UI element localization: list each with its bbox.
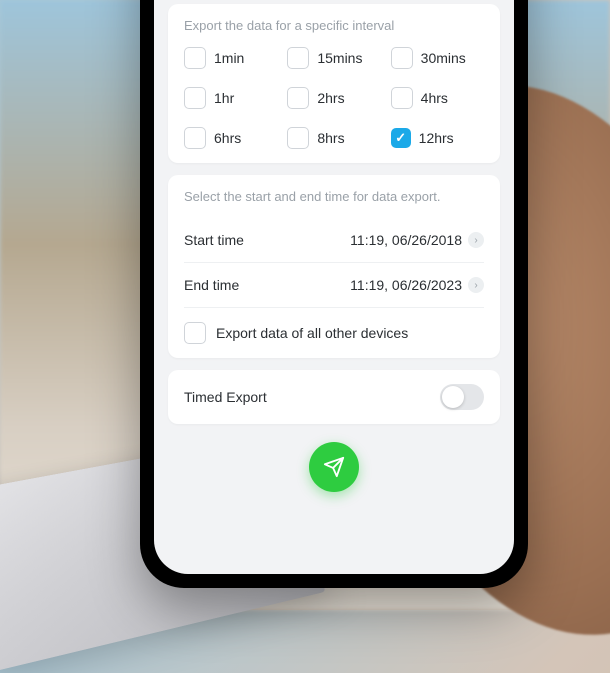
time-range-card: Select the start and end time for data e… xyxy=(168,175,500,358)
interval-checkbox[interactable] xyxy=(184,47,206,69)
start-time-row[interactable]: Start time 11:19, 06/26/2018 › xyxy=(184,218,484,262)
phone-frame: Receive mail + send to the account mail … xyxy=(140,0,528,588)
interval-label: 12hrs xyxy=(419,130,454,146)
interval-label: 2hrs xyxy=(317,90,344,106)
app-content: Receive mail + send to the account mail … xyxy=(154,0,514,506)
interval-checkbox[interactable] xyxy=(391,47,413,69)
interval-label: 4hrs xyxy=(421,90,448,106)
timed-export-toggle[interactable] xyxy=(440,384,484,410)
interval-label: 30mins xyxy=(421,50,466,66)
interval-option[interactable]: 15mins xyxy=(287,47,380,69)
interval-checkbox[interactable] xyxy=(287,47,309,69)
interval-option[interactable]: 6hrs xyxy=(184,127,277,149)
interval-checkbox[interactable] xyxy=(184,87,206,109)
interval-grid: 1min 15mins 30mins 1hr 2hrs 4hrs 6hrs 8hrs 12hrs xyxy=(184,47,484,149)
app-screen: Receive mail + send to the account mail … xyxy=(154,0,514,574)
export-other-checkbox[interactable] xyxy=(184,322,206,344)
timed-export-card: Timed Export xyxy=(168,370,500,424)
end-time-row[interactable]: End time 11:19, 06/26/2023 › xyxy=(184,262,484,307)
interval-label: 6hrs xyxy=(214,130,241,146)
start-time-value: 11:19, 06/26/2018 xyxy=(350,232,462,248)
interval-title: Export the data for a specific interval xyxy=(184,18,484,33)
interval-option[interactable]: 4hrs xyxy=(391,87,484,109)
interval-option[interactable]: 2hrs xyxy=(287,87,380,109)
interval-card: Export the data for a specific interval … xyxy=(168,4,500,163)
time-range-title: Select the start and end time for data e… xyxy=(184,189,484,204)
interval-label: 1hr xyxy=(214,90,234,106)
export-other-label: Export data of all other devices xyxy=(216,325,408,341)
paper-plane-icon xyxy=(323,456,345,478)
interval-checkbox[interactable] xyxy=(287,87,309,109)
interval-option[interactable]: 30mins xyxy=(391,47,484,69)
end-time-value: 11:19, 06/26/2023 xyxy=(350,277,462,293)
interval-label: 1min xyxy=(214,50,244,66)
end-time-label: End time xyxy=(184,277,239,293)
chevron-right-icon: › xyxy=(468,277,484,293)
interval-option[interactable]: 12hrs xyxy=(391,127,484,149)
interval-label: 8hrs xyxy=(317,130,344,146)
chevron-right-icon: › xyxy=(468,232,484,248)
timed-export-label: Timed Export xyxy=(184,389,267,405)
interval-label: 15mins xyxy=(317,50,362,66)
send-button[interactable] xyxy=(309,442,359,492)
interval-option[interactable]: 8hrs xyxy=(287,127,380,149)
interval-checkbox[interactable] xyxy=(391,87,413,109)
interval-option[interactable]: 1hr xyxy=(184,87,277,109)
export-other-row[interactable]: Export data of all other devices xyxy=(184,307,484,358)
interval-checkbox[interactable] xyxy=(391,128,411,148)
interval-option[interactable]: 1min xyxy=(184,47,277,69)
interval-checkbox[interactable] xyxy=(287,127,309,149)
interval-checkbox[interactable] xyxy=(184,127,206,149)
start-time-label: Start time xyxy=(184,232,244,248)
